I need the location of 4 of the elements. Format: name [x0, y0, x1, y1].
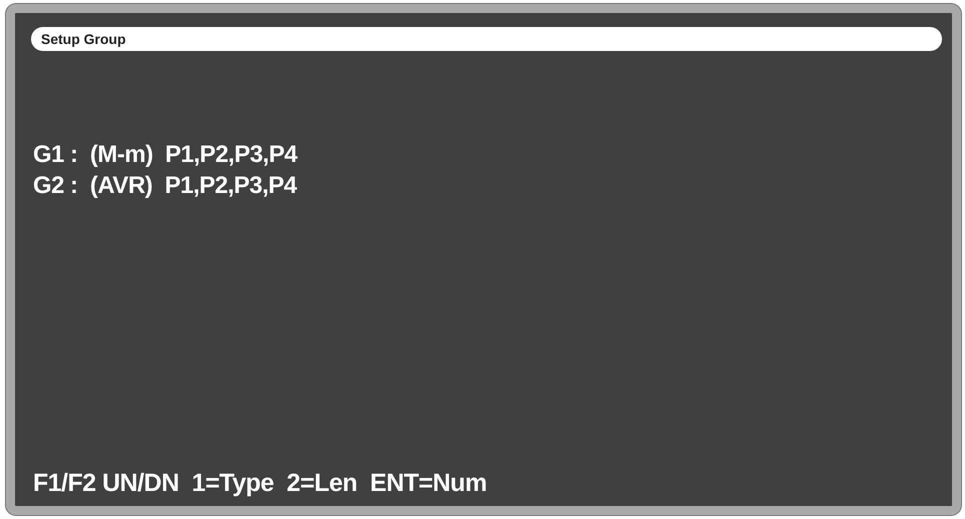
- group-line: G1 : (M-m) P1,P2,P3,P4: [33, 140, 298, 170]
- key-hint: F1/F2 UN/DN 1=Type 2=Len ENT=Num: [33, 469, 488, 498]
- title-bar: Setup Group: [31, 27, 942, 51]
- group-line: G2 : (AVR) P1,P2,P3,P4: [33, 171, 298, 201]
